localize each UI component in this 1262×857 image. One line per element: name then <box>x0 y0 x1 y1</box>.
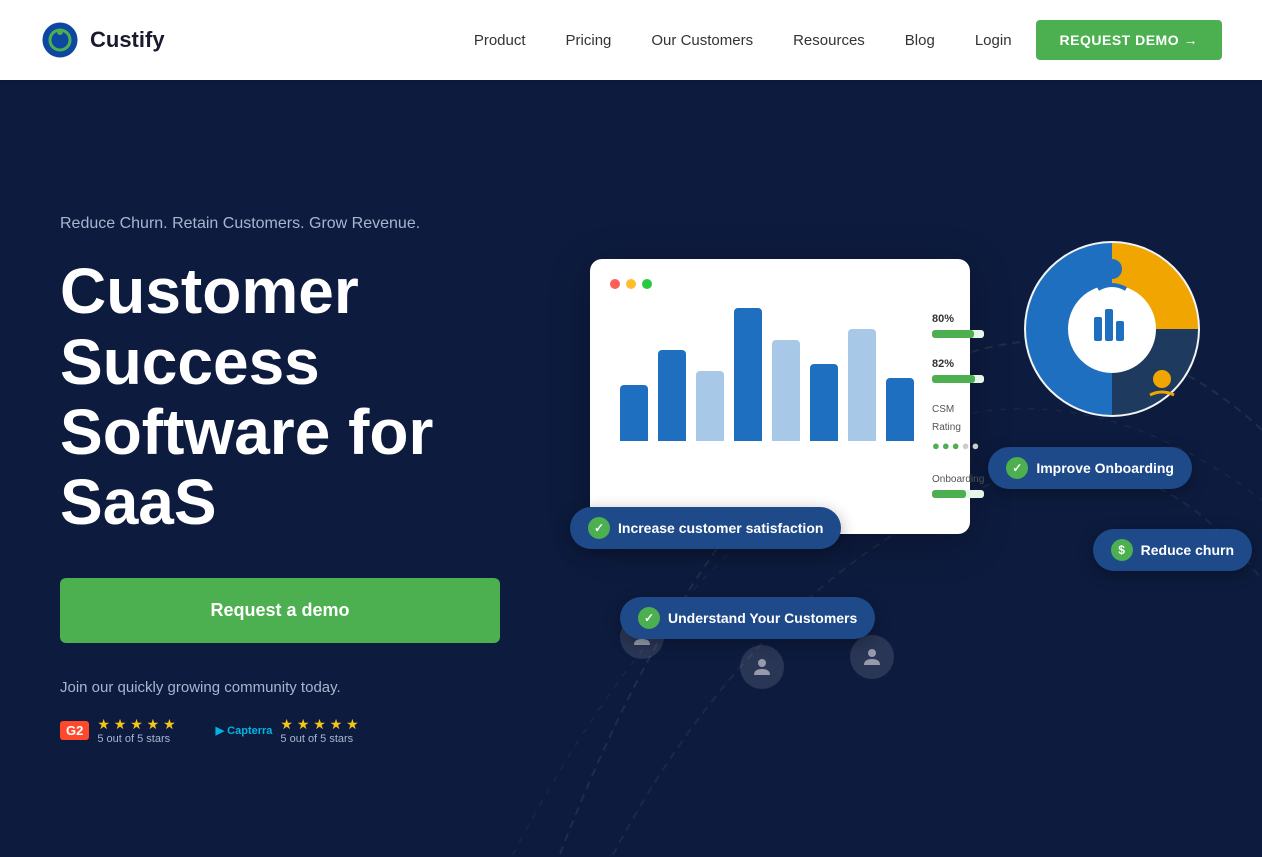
g2-stars: ★ ★ ★ ★ ★ <box>97 716 175 733</box>
request-demo-hero-button[interactable]: Request a demo <box>60 578 500 643</box>
community-text: Join our quickly growing community today… <box>60 679 540 696</box>
capterra-sub: 5 out of 5 stars <box>280 733 358 745</box>
capterra-stars: ★ ★ ★ ★ ★ <box>280 716 358 733</box>
hero-section: Reduce Churn. Retain Customers. Grow Rev… <box>0 80 1262 857</box>
hero-title: Customer Success Software for SaaS <box>60 256 540 538</box>
pie-svg <box>1022 239 1202 419</box>
nav-pricing[interactable]: Pricing <box>550 24 628 57</box>
nav-blog[interactable]: Blog <box>889 24 951 57</box>
dashboard-card: 80% 82% CSM Rating ● ● ● ● <box>590 259 970 534</box>
stat-80: 80% <box>932 309 984 338</box>
logo-icon <box>40 20 80 60</box>
check-icon-understand: ✓ <box>638 607 660 629</box>
g2-sub: 5 out of 5 stars <box>97 733 175 745</box>
nav-our-customers[interactable]: Our Customers <box>635 24 769 57</box>
hero-right: 80% 82% CSM Rating ● ● ● ● <box>540 179 1222 779</box>
improve-onboarding-pill: ✓ Improve Onboarding <box>988 447 1192 489</box>
stat-csm: CSM Rating ● ● ● ● ● <box>932 399 984 453</box>
bar-1 <box>620 385 648 441</box>
user-icon-2 <box>740 645 784 689</box>
check-icon-satisfaction: ✓ <box>588 517 610 539</box>
g2-logo: G2 <box>60 721 89 740</box>
logo-text: Custify <box>90 27 165 53</box>
stat-82: 82% <box>932 354 984 383</box>
bar-4 <box>734 308 762 441</box>
dot-green <box>642 279 652 289</box>
nav-links: Product Pricing Our Customers Resources … <box>458 20 1222 60</box>
increase-satisfaction-pill: ✓ Increase customer satisfaction <box>570 507 841 549</box>
understand-customers-pill: ✓ Understand Your Customers <box>620 597 875 639</box>
stat-onboarding: Onboarding <box>932 469 984 498</box>
capterra-rating: ▶ Capterra ★ ★ ★ ★ ★ 5 out of 5 stars <box>216 716 359 745</box>
logo-link[interactable]: Custify <box>40 20 165 60</box>
card-dots <box>610 279 950 289</box>
bar-7 <box>848 329 876 441</box>
nav-resources[interactable]: Resources <box>777 24 881 57</box>
user-icon-3 <box>850 635 894 679</box>
reduce-churn-pill: $ Reduce churn <box>1093 529 1252 571</box>
bar-5 <box>772 340 800 441</box>
bar-chart <box>610 301 924 441</box>
ratings-row: G2 ★ ★ ★ ★ ★ 5 out of 5 stars ▶ Capterra… <box>60 716 540 745</box>
dot-red <box>610 279 620 289</box>
bar-6 <box>810 364 838 441</box>
hero-left: Reduce Churn. Retain Customers. Grow Rev… <box>60 212 540 745</box>
request-demo-nav-button[interactable]: REQUEST DEMO → <box>1036 20 1222 60</box>
navbar: Custify Product Pricing Our Customers Re… <box>0 0 1262 80</box>
check-icon-onboarding: ✓ <box>1006 457 1028 479</box>
g2-rating: G2 ★ ★ ★ ★ ★ 5 out of 5 stars <box>60 716 176 745</box>
stats-panel: 80% 82% CSM Rating ● ● ● ● <box>932 301 984 514</box>
bar-8 <box>886 378 914 441</box>
capterra-logo: ▶ Capterra <box>216 724 273 737</box>
nav-product[interactable]: Product <box>458 24 542 57</box>
dot-yellow <box>626 279 636 289</box>
nav-login[interactable]: Login <box>959 24 1028 57</box>
bar-2 <box>658 350 686 441</box>
pie-chart <box>1022 239 1202 419</box>
bar-3 <box>696 371 724 441</box>
hero-tagline: Reduce Churn. Retain Customers. Grow Rev… <box>60 212 540 236</box>
dollar-icon: $ <box>1111 539 1133 561</box>
